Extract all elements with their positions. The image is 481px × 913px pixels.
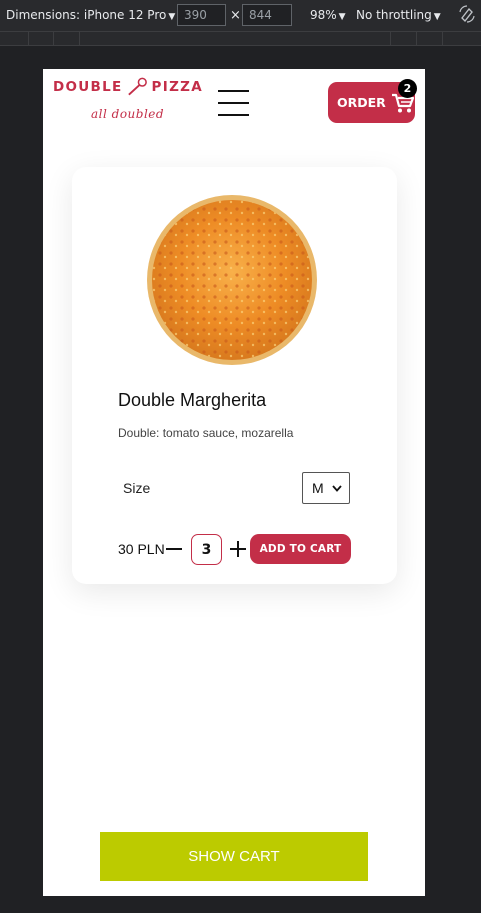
times-sign: × xyxy=(230,8,241,23)
media-query-ruler xyxy=(0,31,481,46)
chevron-down-icon: ▼ xyxy=(168,12,176,22)
size-select[interactable]: M xyxy=(302,472,350,504)
order-button[interactable]: ORDER 2 xyxy=(328,79,417,123)
width-input[interactable]: 390 xyxy=(177,4,226,26)
throttling-label: No throttling xyxy=(356,8,432,22)
logo-tagline: all doubled xyxy=(91,107,165,121)
product-name: Double Margherita xyxy=(118,390,267,410)
chevron-down-icon: ▼ xyxy=(338,12,346,22)
device-dimensions-label: Dimensions: iPhone 12 Pro xyxy=(6,8,167,22)
height-input[interactable]: 844 xyxy=(242,4,292,26)
show-cart-button[interactable]: SHOW CART xyxy=(100,832,368,881)
logo[interactable]: DOUBLE PIZZA all doubled xyxy=(53,77,203,127)
product-card: Double Margherita Double: tomato sauce, … xyxy=(72,167,397,584)
cart-count-badge: 2 xyxy=(398,79,417,98)
quantity-value[interactable]: 3 xyxy=(191,534,222,565)
logo-wordmark: DOUBLE PIZZA xyxy=(53,77,203,97)
chevron-down-icon xyxy=(332,484,342,492)
hamburger-menu-icon[interactable] xyxy=(218,90,249,118)
pizza-cutter-icon xyxy=(127,77,147,96)
mobile-viewport: DOUBLE PIZZA all doubled ORDER 2 Double … xyxy=(43,69,425,896)
add-to-cart-button[interactable]: ADD TO CART xyxy=(250,534,351,564)
product-price: 30 PLN xyxy=(118,541,165,557)
throttling-dropdown[interactable]: No throttling ▼ xyxy=(356,8,441,22)
decrease-quantity-button[interactable] xyxy=(166,548,182,550)
chevron-down-icon: ▼ xyxy=(433,12,441,22)
logo-word-double: DOUBLE xyxy=(53,79,123,95)
pizza-image xyxy=(147,195,317,365)
logo-word-pizza: PIZZA xyxy=(151,79,203,95)
increase-quantity-button[interactable] xyxy=(230,541,246,557)
product-description: Double: tomato sauce, mozarella xyxy=(118,426,294,440)
zoom-label: 98% xyxy=(310,8,337,22)
devtools-toolbar: Dimensions: iPhone 12 Pro ▼ 390 × 844 98%… xyxy=(0,0,481,31)
zoom-dropdown[interactable]: 98% ▼ xyxy=(310,8,346,22)
rotate-icon[interactable] xyxy=(458,5,476,23)
size-selected-value: M xyxy=(312,480,324,496)
order-label: ORDER xyxy=(337,95,386,110)
device-dimensions-dropdown[interactable]: Dimensions: iPhone 12 Pro ▼ xyxy=(6,8,175,22)
size-label: Size xyxy=(123,480,151,496)
